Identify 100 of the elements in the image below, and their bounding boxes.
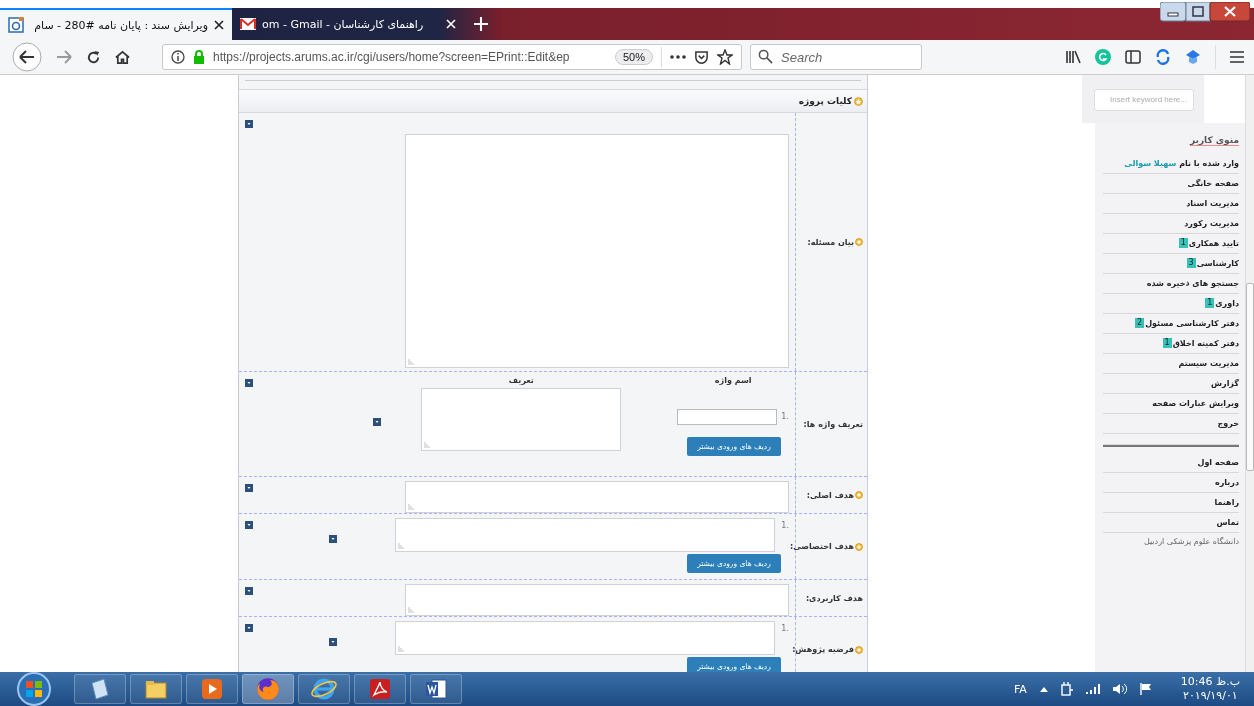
help-icon[interactable] — [245, 484, 253, 492]
info-icon[interactable] — [171, 50, 185, 64]
language-indicator[interactable]: FA — [1013, 682, 1027, 696]
signal-icon[interactable] — [1085, 684, 1100, 694]
login-status: وارد شده با نام سهیلا سوالی — [1124, 158, 1239, 168]
tab-title: om - Gmail - راهنمای کارشناسان — [262, 17, 425, 31]
new-tab-icon[interactable] — [474, 17, 488, 31]
count-badge: 1 — [1178, 238, 1188, 248]
power-icon[interactable] — [1060, 682, 1073, 696]
word-processor-icon — [424, 677, 448, 701]
volume-icon[interactable] — [1112, 683, 1127, 695]
lock-icon — [193, 50, 205, 64]
search-field[interactable]: Search — [750, 44, 922, 70]
taskbar-app[interactable] — [298, 674, 350, 704]
star-icon — [854, 96, 863, 106]
home-icon[interactable] — [115, 49, 130, 65]
star-icon[interactable] — [717, 49, 733, 65]
menu-item[interactable]: جستجو های ذخیره شده — [1146, 278, 1239, 288]
clock-time[interactable]: 10:46 ب.ظ — [1180, 675, 1240, 689]
menu-item[interactable]: دفتر کارشناسی مسئول — [1145, 318, 1239, 328]
library-icon[interactable] — [1065, 50, 1081, 64]
document-icon — [88, 677, 112, 701]
help-icon[interactable] — [329, 535, 337, 543]
taskbar-app[interactable] — [242, 674, 294, 704]
forward-icon[interactable] — [56, 50, 72, 64]
url-text: https://projects.arums.ac.ir/cgi/users/home?screen=EPrint::Edit&ep — [213, 50, 571, 64]
back-button[interactable] — [12, 42, 42, 72]
menu-item[interactable]: تماس — [1216, 517, 1239, 527]
address-bar[interactable]: https://projects.arums.ac.ir/cgi/users/home?screen=EPrint::Edit&ep 50% — [162, 44, 742, 70]
extension-icon[interactable] — [1155, 49, 1171, 65]
search-field[interactable]: ...Insert keyword here — [1094, 88, 1194, 111]
section-title: کلیات پروژه — [798, 96, 852, 106]
menu-item[interactable]: مدیریت اسناد — [1186, 198, 1239, 208]
menu-item[interactable]: مدیریت سیستم — [1178, 358, 1239, 368]
help-icon[interactable] — [245, 624, 253, 632]
close-icon[interactable] — [214, 20, 224, 30]
browser-tab[interactable]: ویرایش سند : پایان نامه #280 - سام — [0, 8, 232, 40]
menu-item[interactable]: کارشناسی — [1196, 258, 1239, 268]
resize-grip-icon — [424, 442, 433, 448]
taskbar-app[interactable] — [354, 674, 406, 704]
column-header: اسم واژه — [714, 376, 752, 385]
menu-title: منوی کاربر — [1189, 134, 1239, 146]
menu-item[interactable]: صفحه خانگی — [1187, 178, 1239, 188]
flag-icon[interactable] — [1139, 683, 1152, 695]
help-icon[interactable] — [245, 120, 253, 128]
zoom-badge[interactable]: 50% — [614, 49, 653, 65]
browser-icon — [311, 676, 337, 702]
page-icon — [8, 17, 24, 33]
sidebar-icon[interactable] — [1125, 50, 1141, 64]
field-label: هدف کاربردی: — [805, 593, 863, 603]
field-label: بیان مسئله: — [807, 237, 854, 247]
scrollbar[interactable] — [1245, 75, 1254, 672]
resize-grip-icon — [398, 543, 407, 549]
menu-item[interactable]: خروج — [1217, 418, 1239, 428]
taskbar-app[interactable] — [186, 674, 238, 704]
window-controls[interactable] — [1160, 2, 1250, 22]
resize-grip-icon — [398, 646, 407, 652]
menu-item[interactable]: درباره — [1214, 477, 1239, 487]
footer-text: دانشگاه علوم پزشکی اردبیل — [1142, 535, 1239, 546]
row-number: 1. — [781, 624, 789, 635]
start-button[interactable] — [16, 671, 52, 706]
help-icon[interactable] — [245, 379, 253, 387]
resize-grip-icon — [408, 504, 416, 510]
search-icon — [758, 49, 773, 64]
menu-item[interactable]: راهنما — [1214, 497, 1239, 507]
menu-item[interactable]: مدیریت رکورد — [1184, 218, 1239, 228]
field-label: هدف اصلی: — [806, 490, 854, 500]
reload-icon[interactable] — [86, 49, 101, 65]
field-label: فرضیه پژوهش: — [792, 645, 854, 654]
menu-item[interactable]: ویرایش عبارات صفحه — [1152, 398, 1239, 408]
browser-tab[interactable]: om - Gmail - راهنمای کارشناسان — [232, 8, 464, 40]
pdf-icon — [368, 677, 392, 701]
count-badge: 1 — [1162, 338, 1172, 348]
tray-arrow-icon[interactable] — [1039, 686, 1048, 692]
clock-date[interactable]: ۲۰۱۹/۱۹/۰۱ — [1183, 689, 1238, 703]
menu-item[interactable]: گزارش — [1211, 378, 1239, 388]
mail-icon — [240, 18, 256, 30]
menu-item[interactable]: تایید همکاری — [1188, 238, 1239, 248]
taskbar-app[interactable] — [410, 674, 462, 704]
help-icon[interactable] — [329, 638, 337, 646]
row-number: 1. — [781, 412, 789, 423]
taskbar-app[interactable] — [74, 674, 126, 704]
column-header: تعریف — [508, 376, 534, 385]
count-badge: 3 — [1186, 258, 1196, 268]
menu-item[interactable]: صفحه اول — [1197, 457, 1239, 467]
help-icon[interactable] — [373, 418, 382, 426]
field-label: تعریف واژه ها: — [803, 419, 863, 429]
taskbar-app[interactable] — [130, 674, 182, 704]
browser-icon — [255, 676, 281, 702]
input-field[interactable] — [677, 409, 778, 425]
help-icon[interactable] — [245, 521, 253, 529]
help-icon[interactable] — [245, 587, 253, 595]
count-badge: 1 — [1205, 298, 1215, 308]
pocket-icon[interactable] — [694, 49, 709, 65]
more-icon[interactable] — [670, 55, 686, 59]
menu-item[interactable]: دفتر کمیته اخلاق — [1172, 338, 1239, 348]
menu-icon[interactable] — [1230, 51, 1244, 63]
menu-item[interactable]: داوری — [1215, 298, 1239, 308]
extension-icon[interactable] — [1185, 49, 1201, 65]
resize-grip-icon — [408, 607, 416, 613]
